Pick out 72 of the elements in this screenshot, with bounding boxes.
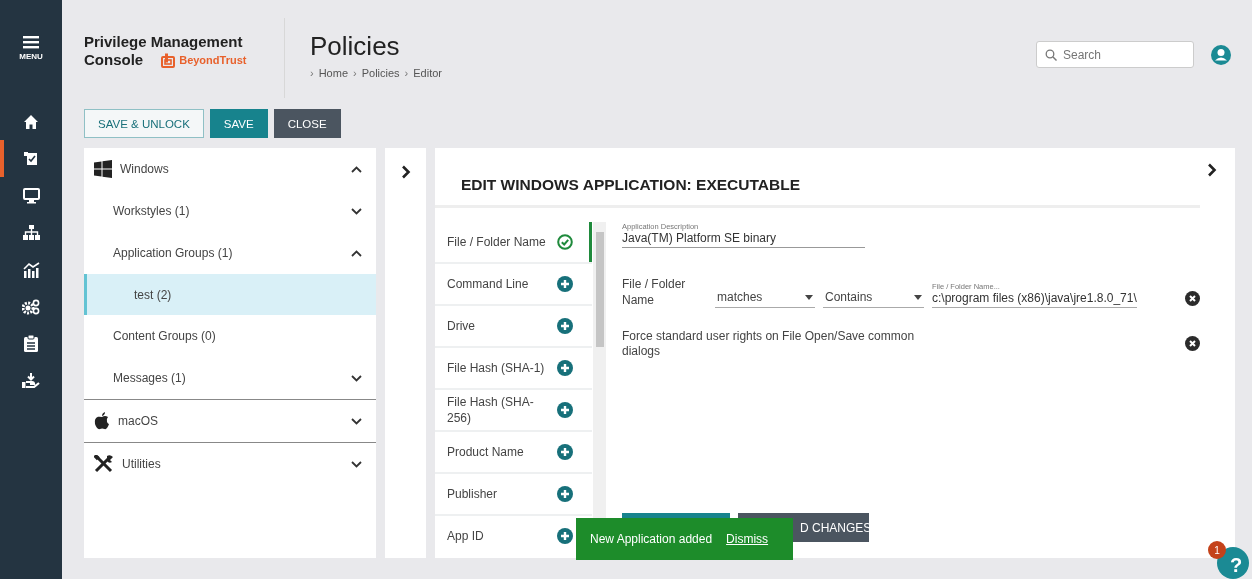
save-button[interactable]: SAVE — [209, 109, 268, 138]
product-name: Console — [84, 51, 144, 69]
operator-dropdown[interactable]: matches — [715, 290, 815, 308]
apple-logo-icon — [94, 412, 110, 430]
brand-logo-icon — [161, 52, 176, 68]
plus-circle-icon[interactable] — [557, 486, 573, 502]
plus-circle-icon[interactable] — [557, 318, 573, 334]
criteria-item[interactable]: Publisher — [435, 474, 592, 514]
caret-icon — [805, 294, 813, 300]
tools-icon — [94, 455, 114, 473]
plus-circle-icon[interactable] — [557, 528, 573, 544]
chevron-down-icon[interactable] — [351, 374, 362, 382]
caret-icon — [914, 294, 922, 300]
gears-icon[interactable] — [22, 298, 40, 315]
windows-logo-icon — [94, 160, 112, 178]
chart-icon[interactable] — [22, 261, 40, 278]
criteria-item[interactable]: File Hash (SHA-1) — [435, 348, 592, 388]
chevron-down-icon[interactable] — [351, 207, 362, 215]
save-unlock-button[interactable]: SAVE & UNLOCK — [84, 109, 204, 138]
search-field[interactable]: Search — [1036, 41, 1194, 68]
tree-item[interactable]: Windows — [84, 148, 376, 190]
plus-circle-icon[interactable] — [557, 276, 573, 292]
breadcrumb-link[interactable]: Home — [318, 67, 348, 79]
tree-item[interactable]: macOS — [84, 400, 376, 442]
brand-name: BeyondTrust — [179, 54, 247, 66]
criteria-item[interactable]: File / Folder Name — [435, 222, 592, 262]
breadcrumb-link[interactable]: Policies — [361, 67, 400, 79]
criteria-item[interactable]: File Hash (SHA-256) — [435, 390, 592, 430]
hamburger-icon — [23, 36, 39, 50]
menu-button[interactable]: MENU — [19, 36, 43, 61]
remove-icon[interactable] — [1185, 335, 1200, 351]
chevron-right-icon[interactable] — [400, 165, 411, 179]
check-circle-icon — [557, 234, 573, 250]
mode-dropdown[interactable]: Contains — [823, 290, 924, 308]
user-avatar-icon[interactable] — [1211, 45, 1231, 65]
chevron-up-icon[interactable] — [351, 165, 362, 173]
criteria-item[interactable]: App ID — [435, 516, 592, 556]
hand-box-icon[interactable] — [22, 373, 40, 388]
plus-circle-icon[interactable] — [557, 402, 573, 418]
tree-item[interactable]: Application Groups (1) — [84, 232, 376, 274]
clipboard-icon[interactable] — [24, 335, 38, 352]
rule-label: File / Folder Name — [622, 276, 687, 308]
remove-icon[interactable] — [1185, 291, 1200, 306]
hierarchy-icon[interactable] — [22, 224, 40, 241]
breadcrumb-separator: › — [353, 67, 357, 79]
rule-text: Force standard user rights on File Open/Save common dialogs — [622, 329, 916, 359]
breadcrumb-separator: › — [310, 67, 314, 79]
criteria-item[interactable]: Command Line — [435, 264, 592, 304]
plus-circle-icon[interactable] — [557, 444, 573, 460]
chevron-down-icon[interactable] — [351, 417, 362, 425]
criteria-item[interactable]: Drive — [435, 306, 592, 346]
plus-circle-icon[interactable] — [557, 360, 573, 376]
home-icon[interactable] — [23, 113, 39, 130]
chevron-right-icon[interactable] — [1207, 163, 1217, 177]
tree-item[interactable]: test (2) — [84, 274, 376, 315]
breadcrumb-link[interactable]: Editor — [413, 67, 442, 79]
scroll-icon[interactable] — [23, 150, 39, 167]
tree-item[interactable]: Messages (1) — [84, 357, 376, 399]
toast-message: New Application added — [590, 532, 713, 546]
tree-item[interactable]: Utilities — [84, 443, 376, 485]
monitor-icon[interactable] — [22, 187, 40, 204]
product-name: Privilege Management — [84, 33, 244, 51]
criteria-item[interactable]: Product Name — [435, 432, 592, 472]
editor-title: EDIT WINDOWS APPLICATION: EXECUTABLE — [461, 176, 800, 194]
tree-item[interactable]: Content Groups (0) — [84, 315, 376, 357]
close-button[interactable]: CLOSE — [273, 109, 341, 138]
chevron-up-icon[interactable] — [351, 249, 362, 257]
tree-item[interactable]: Workstyles (1) — [84, 190, 376, 232]
search-icon — [1045, 49, 1057, 61]
page-title: Policies — [310, 31, 401, 61]
chevron-down-icon[interactable] — [351, 460, 362, 468]
breadcrumb-separator: › — [404, 67, 409, 79]
